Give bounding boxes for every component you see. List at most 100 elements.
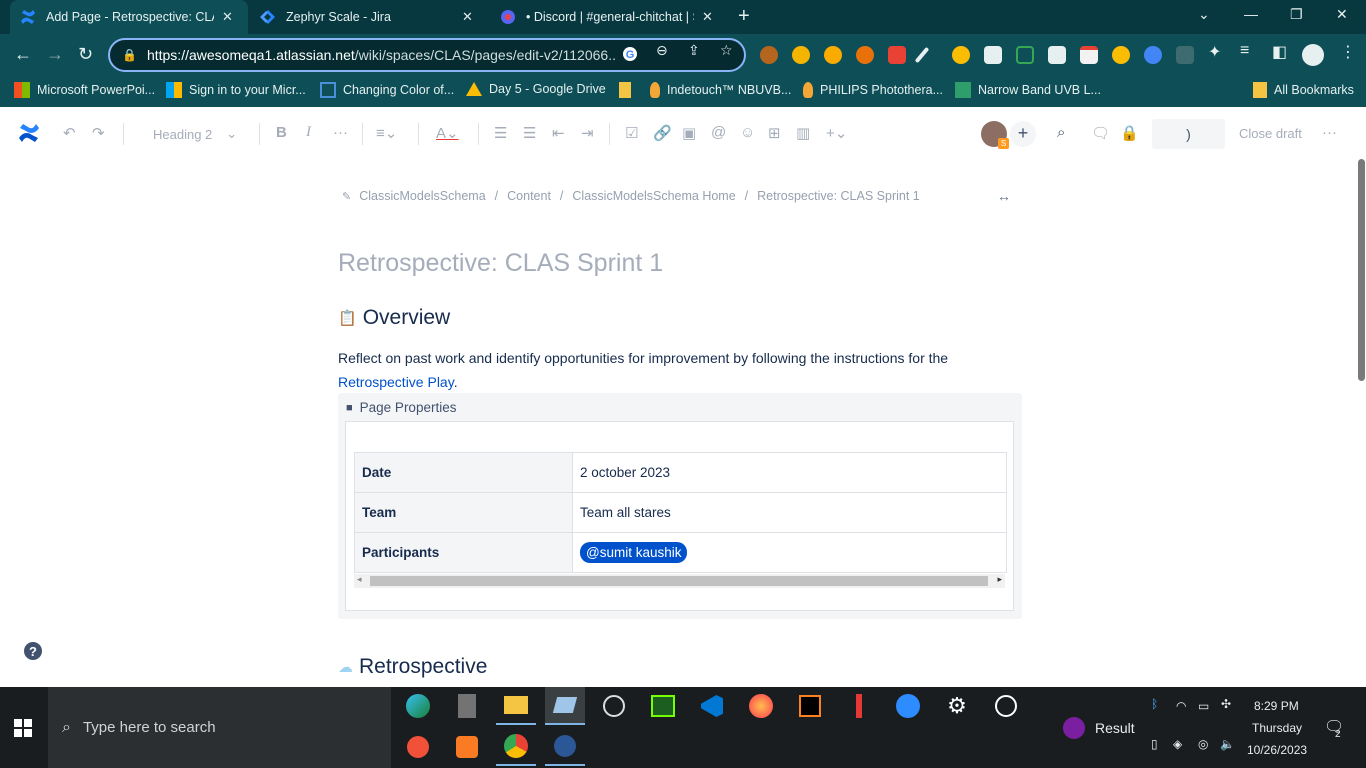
menu-kebab-icon[interactable]: ⋮ bbox=[1340, 42, 1356, 62]
address-bar[interactable]: 🔒 https://awesomeqa1.atlassian.net/wiki/… bbox=[108, 38, 746, 72]
bookmark-item[interactable]: Day 5 - Google Drive bbox=[466, 82, 606, 96]
close-window-button[interactable]: ✕ bbox=[1336, 6, 1348, 23]
table-icon[interactable]: ⊞ bbox=[768, 124, 781, 142]
confluence-logo-icon[interactable] bbox=[18, 122, 40, 149]
retrospective-play-link[interactable]: Retrospective Play bbox=[338, 374, 454, 390]
gear-extension-icon[interactable] bbox=[1144, 46, 1162, 64]
close-draft-button[interactable]: Close draft bbox=[1239, 126, 1302, 141]
back-icon[interactable]: ← bbox=[14, 44, 32, 65]
taskbar-search-box[interactable]: ⌕ Type here to search bbox=[48, 687, 391, 768]
screen-extension-icon[interactable] bbox=[1016, 46, 1034, 64]
usb-icon[interactable]: ▯ bbox=[1151, 737, 1158, 751]
bullet-list-icon[interactable]: ☰ bbox=[494, 124, 507, 142]
publish-button[interactable]: ) bbox=[1152, 119, 1225, 149]
getcrx-extension-icon[interactable] bbox=[1176, 46, 1194, 64]
calendar-extension-icon[interactable] bbox=[1048, 46, 1066, 64]
text-color-icon[interactable]: A⌄ bbox=[436, 124, 459, 142]
clock-day[interactable]: Thursday bbox=[1252, 721, 1302, 735]
zoom-app-icon[interactable] bbox=[888, 687, 928, 725]
heading-select[interactable]: Heading 2 ⌄ bbox=[153, 126, 237, 142]
invite-button[interactable]: + bbox=[1010, 121, 1036, 147]
volume-icon[interactable]: 🔈 bbox=[1220, 737, 1235, 751]
record-extension-icon[interactable] bbox=[856, 46, 874, 64]
search-icon[interactable]: ⌕ bbox=[1057, 124, 1065, 141]
file-explorer-app-icon[interactable] bbox=[496, 687, 536, 725]
page-properties-macro[interactable]: ■ Page Properties Date 2 october 2023 Te… bbox=[338, 393, 1022, 619]
xampp-app-icon[interactable] bbox=[447, 728, 487, 766]
task-checkbox-icon[interactable]: ☑ bbox=[625, 124, 638, 142]
remote-app-icon[interactable] bbox=[545, 728, 585, 766]
media-control-icon[interactable]: ≡ bbox=[1240, 42, 1249, 60]
italic-icon[interactable]: I bbox=[306, 124, 311, 141]
bookmark-item[interactable]: Narrow Band UVB L... bbox=[955, 82, 1101, 98]
new-tab-button[interactable]: + bbox=[738, 5, 750, 28]
table-cell-key[interactable]: Date bbox=[354, 452, 573, 493]
battery-icon[interactable]: ▭ bbox=[1198, 699, 1209, 713]
edge-app-icon[interactable] bbox=[398, 687, 438, 725]
eyedropper-extension-icon[interactable] bbox=[914, 46, 930, 64]
help-icon[interactable]: ? bbox=[24, 642, 42, 660]
cookie-extension-icon[interactable] bbox=[760, 46, 778, 64]
sun-extension-icon[interactable] bbox=[824, 46, 842, 64]
x-extension-icon[interactable] bbox=[1112, 46, 1130, 64]
outdent-icon[interactable]: ⇤ bbox=[552, 124, 565, 142]
vscode-app-icon[interactable] bbox=[692, 687, 732, 725]
clock-date[interactable]: 10/26/2023 bbox=[1247, 743, 1307, 757]
bluetooth-icon[interactable]: ᛒ bbox=[1151, 697, 1158, 711]
indent-icon[interactable]: ⇥ bbox=[581, 124, 594, 142]
minimize-button[interactable]: — bbox=[1244, 6, 1258, 22]
undo-icon[interactable]: ↶ bbox=[63, 124, 76, 142]
bookmark-item[interactable]: PHILIPS Photothera... bbox=[803, 82, 943, 98]
result-widget[interactable]: Result bbox=[1063, 717, 1135, 739]
bookmark-item[interactable]: Indetouch™ NBUVB... bbox=[650, 82, 791, 98]
tab-confluence[interactable]: Add Page - Retrospective: CLAS ✕ bbox=[10, 0, 248, 34]
capture-extension-icon[interactable] bbox=[984, 46, 1002, 64]
image-icon[interactable]: ▣ bbox=[682, 124, 696, 142]
more-formatting-icon[interactable]: ··· bbox=[333, 124, 348, 141]
bold-icon[interactable]: B bbox=[276, 124, 287, 141]
reload-icon[interactable]: ↻ bbox=[78, 44, 93, 65]
table-cell-key[interactable]: Participants bbox=[354, 532, 573, 573]
close-tab-icon[interactable]: ✕ bbox=[702, 9, 713, 25]
more-actions-icon[interactable]: ··· bbox=[1322, 124, 1337, 141]
mention-icon[interactable]: @ bbox=[711, 124, 726, 141]
close-tab-icon[interactable]: ✕ bbox=[222, 9, 233, 25]
github-desktop-app-icon[interactable] bbox=[986, 687, 1026, 725]
moon-extension-icon[interactable] bbox=[792, 46, 810, 64]
bookmark-item[interactable]: Microsoft PowerPoi... bbox=[14, 82, 155, 98]
bookmark-star-icon[interactable]: ☆ bbox=[720, 42, 733, 59]
link-icon[interactable]: 🔗 bbox=[653, 124, 672, 142]
settings-app-icon[interactable]: ⚙ bbox=[937, 687, 977, 725]
profile-avatar[interactable] bbox=[1302, 44, 1324, 66]
network-icon[interactable]: ✣ bbox=[1221, 697, 1231, 711]
clock-extension-icon[interactable] bbox=[952, 46, 970, 64]
scrollbar-thumb[interactable] bbox=[1358, 159, 1365, 381]
numbered-list-icon[interactable]: ☰ bbox=[523, 124, 536, 142]
obs-app-icon[interactable] bbox=[594, 687, 634, 725]
calculator-app-icon[interactable] bbox=[447, 687, 487, 725]
full-width-toggle-icon[interactable]: ↔ bbox=[997, 188, 1011, 204]
scroll-left-icon[interactable]: ◂ bbox=[357, 574, 362, 585]
qa-preview-app-icon[interactable] bbox=[643, 687, 683, 725]
table-cell-key[interactable]: Team bbox=[354, 492, 573, 533]
forward-icon[interactable]: → bbox=[46, 44, 64, 65]
scroll-right-icon[interactable]: ▸ bbox=[997, 574, 1002, 585]
breadcrumb-item[interactable]: Content bbox=[507, 189, 551, 203]
bookmark-item[interactable]: Sign in to your Micr... bbox=[166, 82, 306, 98]
extensions-puzzle-icon[interactable]: ✦ bbox=[1208, 42, 1221, 62]
table-cell-value[interactable]: @sumit kaushik bbox=[572, 532, 1007, 573]
table-cell-value[interactable]: 2 october 2023 bbox=[572, 452, 1007, 493]
app-tray-icon[interactable]: ◈ bbox=[1173, 737, 1182, 751]
notes-extension-icon[interactable] bbox=[1080, 46, 1098, 64]
insert-more-icon[interactable]: +⌄ bbox=[826, 124, 847, 142]
swift-app-icon[interactable] bbox=[398, 728, 438, 766]
restore-button[interactable]: ❐ bbox=[1290, 6, 1303, 23]
bookmark-item[interactable]: Changing Color of... bbox=[320, 82, 454, 98]
chrome-app-icon[interactable] bbox=[496, 728, 536, 766]
all-bookmarks-folder[interactable]: All Bookmarks bbox=[1253, 82, 1354, 98]
postman-app-icon[interactable] bbox=[839, 687, 879, 725]
comment-icon[interactable]: 🗨 bbox=[1091, 124, 1110, 142]
close-tab-icon[interactable]: ✕ bbox=[462, 9, 473, 25]
table-cell-value[interactable]: Team all stares bbox=[572, 492, 1007, 533]
layout-icon[interactable]: ▥ bbox=[796, 124, 810, 142]
